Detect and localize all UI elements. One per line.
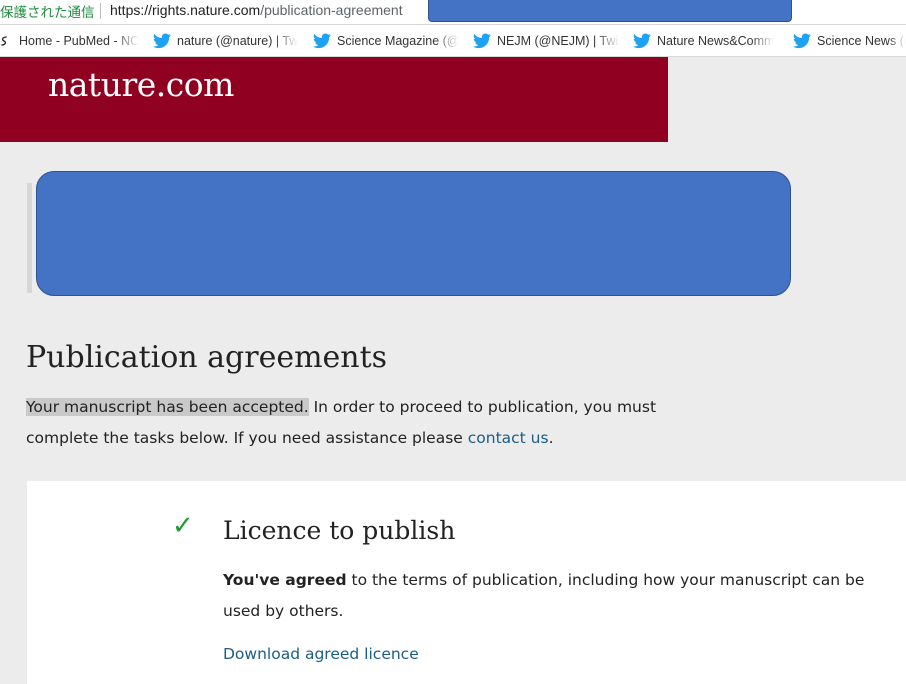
nature-logo[interactable]: nature.com <box>48 65 234 104</box>
secure-connection-label[interactable]: 保護された通信 <box>0 1 95 21</box>
bookmark-science-twitter[interactable]: Science Magazine (@ <box>313 31 460 51</box>
licence-description: You've agreed to the terms of publicatio… <box>223 565 903 627</box>
bookmark-label: Nature News&Comm <box>657 34 775 48</box>
twitter-icon <box>153 33 171 49</box>
twitter-icon <box>633 33 651 49</box>
ncbi-icon <box>1 36 7 46</box>
twitter-icon <box>793 33 811 49</box>
agreed-bold: You've agreed <box>223 571 347 589</box>
accepted-highlight: Your manuscript has been accepted. <box>26 398 309 416</box>
bookmark-label: Home - PubMed - NC <box>19 34 140 48</box>
bookmark-nejm-twitter[interactable]: NEJM (@NEJM) | Twit <box>473 31 620 51</box>
bookmark-label: Science Magazine (@ <box>337 34 460 48</box>
intro-end: . <box>548 429 554 447</box>
bookmarks-bar: Home - PubMed - NC nature (@nature) | Tw… <box>0 25 906 57</box>
twitter-icon <box>313 33 331 49</box>
bookmark-nature-news-twitter[interactable]: Nature News&Comm <box>633 31 780 51</box>
bookmark-label: NEJM (@NEJM) | Twit <box>497 34 620 48</box>
checkmark-icon: ✓ <box>172 511 194 541</box>
twitter-icon <box>473 33 491 49</box>
download-licence-link[interactable]: Download agreed licence <box>223 645 419 663</box>
contact-us-link[interactable]: contact us <box>468 429 549 447</box>
licence-title: Licence to publish <box>223 516 456 545</box>
bookmark-label: nature (@nature) | Tw <box>177 34 299 48</box>
address-bar[interactable]: 保護された通信 https://rights.nature.com/public… <box>0 0 906 25</box>
page-title: Publication agreements <box>26 340 388 375</box>
bookmark-nature-twitter[interactable]: nature (@nature) | Tw <box>153 31 300 51</box>
url-host: https://rights.nature.com <box>110 2 261 18</box>
url-redaction-box <box>428 0 792 22</box>
redaction-box <box>36 171 791 296</box>
bookmark-science-news-twitter[interactable]: Science News (@ <box>793 31 906 51</box>
bookmark-pubmed[interactable]: Home - PubMed - NC <box>0 31 140 51</box>
quote-bar <box>27 183 32 293</box>
site-header: nature.com <box>0 57 668 142</box>
url-text[interactable]: https://rights.nature.com/publication-ag… <box>110 2 403 18</box>
bookmark-label: Science News (@ <box>817 34 906 48</box>
intro-text: Your manuscript has been accepted. In or… <box>26 392 686 454</box>
address-divider <box>100 3 101 19</box>
url-path: /publication-agreement <box>260 2 403 18</box>
